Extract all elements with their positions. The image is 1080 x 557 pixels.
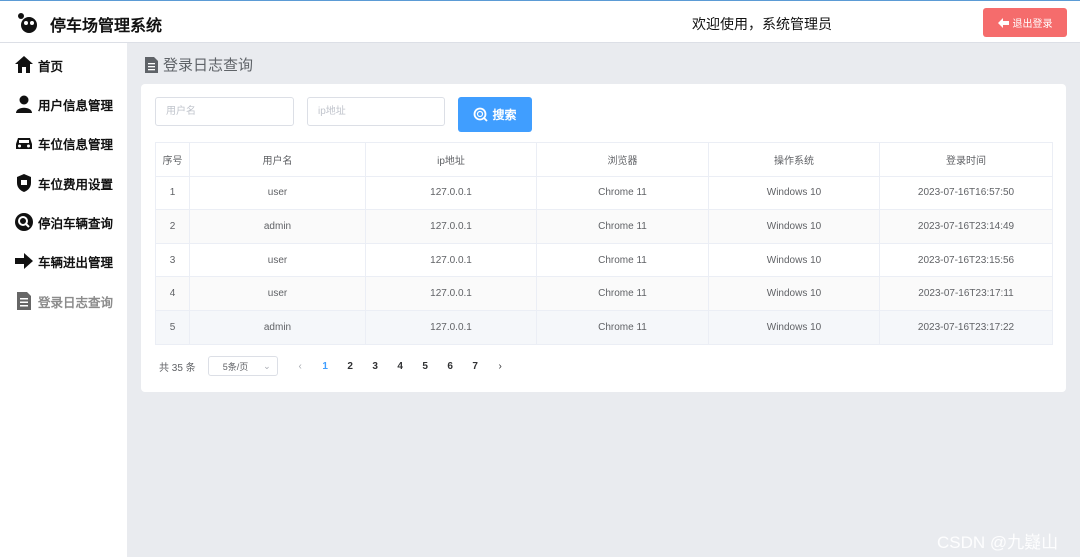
table-row[interactable]: 4 user 127.0.0.1 Chrome 11 Windows 10 20… <box>155 276 1053 311</box>
search-button[interactable]: 搜索 <box>458 97 532 132</box>
table-header-row: 序号 用户名 ip地址 浏览器 操作系统 登录时间 <box>155 142 1053 177</box>
column-header-index: 序号 <box>155 142 190 177</box>
sidebar: 首页 用户信息管理 车位信息管理 车位费用设置 停泊车辆查询 车辆进出管理 登录… <box>0 43 127 557</box>
welcome-text: 欢迎使用，系统管理员 <box>692 17 832 33</box>
ip-input[interactable] <box>307 97 445 126</box>
sidebar-item-parking-space-management[interactable]: 车位信息管理 <box>14 131 113 155</box>
cell-index: 3 <box>155 243 190 278</box>
cell-index: 5 <box>155 310 190 345</box>
table-row[interactable]: 1 user 127.0.0.1 Chrome 11 Windows 10 20… <box>155 176 1053 211</box>
sidebar-item-label: 停泊车辆查询 <box>38 215 114 231</box>
document-icon <box>145 56 158 73</box>
page-6[interactable]: 6 <box>438 361 463 372</box>
column-header-ip: ip地址 <box>365 142 537 177</box>
cell-os: Windows 10 <box>708 276 880 311</box>
prev-page-button[interactable]: ‹ <box>288 361 313 372</box>
cell-os: Windows 10 <box>708 176 880 211</box>
cell-index: 2 <box>155 209 190 244</box>
app-header: 停车场管理系统 欢迎使用，系统管理员 退出登录 <box>0 0 1080 43</box>
shield-icon <box>17 174 31 192</box>
cell-browser: Chrome 11 <box>536 176 709 211</box>
user-icon <box>16 95 32 113</box>
cell-login-time: 2023-07-16T23:17:22 <box>879 310 1053 345</box>
cell-username: user <box>189 243 366 278</box>
cell-ip: 127.0.0.1 <box>365 310 537 345</box>
sidebar-item-label: 登录日志查询 <box>38 294 114 310</box>
table-row[interactable]: 3 user 127.0.0.1 Chrome 11 Windows 10 20… <box>155 243 1053 278</box>
log-table: 序号 用户名 ip地址 浏览器 操作系统 登录时间 1 user 127.0.0… <box>155 142 1053 345</box>
cell-username: admin <box>189 209 366 244</box>
sidebar-item-parked-vehicle-query[interactable]: 停泊车辆查询 <box>14 210 113 234</box>
cell-os: Windows 10 <box>708 310 880 345</box>
search-icon <box>474 107 489 122</box>
sidebar-item-home[interactable]: 首页 <box>14 53 63 77</box>
next-page-button[interactable]: › <box>488 361 513 372</box>
log-card: 搜索 序号 用户名 ip地址 浏览器 操作系统 登录时间 1 <box>141 84 1066 392</box>
page-4[interactable]: 4 <box>388 361 413 372</box>
sidebar-item-label: 首页 <box>38 58 64 74</box>
sidebar-item-label: 车位信息管理 <box>38 136 114 152</box>
cell-login-time: 2023-07-16T23:17:11 <box>879 276 1053 311</box>
cell-browser: Chrome 11 <box>536 276 709 311</box>
page-2[interactable]: 2 <box>338 361 363 372</box>
sidebar-item-label: 车位费用设置 <box>38 176 114 192</box>
search-label: 搜索 <box>492 108 517 122</box>
watermark: CSDN @九嶷山 <box>937 533 1059 552</box>
page-5[interactable]: 5 <box>413 361 438 372</box>
home-icon <box>15 56 33 73</box>
page-7[interactable]: 7 <box>463 361 488 372</box>
arrow-right-icon <box>15 253 33 269</box>
column-header-login-time: 登录时间 <box>879 142 1053 177</box>
cell-index: 1 <box>155 176 190 211</box>
sidebar-item-user-management[interactable]: 用户信息管理 <box>14 92 113 116</box>
sidebar-item-label: 用户信息管理 <box>38 97 114 113</box>
cell-username: admin <box>189 310 366 345</box>
cell-browser: Chrome 11 <box>536 209 709 244</box>
cell-browser: Chrome 11 <box>536 243 709 278</box>
pagination-total: 共 35 条 <box>159 362 196 374</box>
logout-button[interactable]: 退出登录 <box>983 8 1067 37</box>
column-header-browser: 浏览器 <box>536 142 709 177</box>
main-content: 登录日志查询 搜索 序号 用户名 ip地址 浏览器 <box>127 43 1080 557</box>
cell-os: Windows 10 <box>708 243 880 278</box>
cell-browser: Chrome 11 <box>536 310 709 345</box>
cell-index: 4 <box>155 276 190 311</box>
car-icon <box>16 138 32 149</box>
cell-login-time: 2023-07-16T23:15:56 <box>879 243 1053 278</box>
page-title-text: 登录日志查询 <box>163 56 254 74</box>
cell-ip: 127.0.0.1 <box>365 243 537 278</box>
sidebar-item-label: 车辆进出管理 <box>38 254 114 270</box>
column-header-os: 操作系统 <box>708 142 880 177</box>
column-header-username: 用户名 <box>189 142 366 177</box>
cell-login-time: 2023-07-16T16:57:50 <box>879 176 1053 211</box>
search-circle-icon <box>15 213 33 231</box>
cell-username: user <box>189 176 366 211</box>
cell-os: Windows 10 <box>708 209 880 244</box>
pagination: 共 35 条 5条/页 ⌄ ‹ 1 2 3 4 5 6 7 › <box>159 356 513 376</box>
sidebar-item-parking-fee-settings[interactable]: 车位费用设置 <box>14 171 113 195</box>
page-title: 登录日志查询 <box>145 54 253 75</box>
chevron-down-icon: ⌄ <box>263 360 271 371</box>
page-size-value: 5条/页 <box>222 361 249 372</box>
logout-label: 退出登录 <box>1012 19 1053 30</box>
cell-ip: 127.0.0.1 <box>365 209 537 244</box>
logo-icon <box>18 13 37 33</box>
sidebar-item-vehicle-access-management[interactable]: 车辆进出管理 <box>14 249 113 273</box>
app-title: 停车场管理系统 <box>50 16 163 35</box>
username-input[interactable] <box>155 97 294 126</box>
sidebar-item-login-log-query[interactable]: 登录日志查询 <box>14 289 113 313</box>
cell-username: user <box>189 276 366 311</box>
table-row[interactable]: 5 admin 127.0.0.1 Chrome 11 Windows 10 2… <box>155 310 1053 345</box>
cell-ip: 127.0.0.1 <box>365 176 537 211</box>
page-3[interactable]: 3 <box>363 361 388 372</box>
logout-icon <box>997 17 1009 28</box>
page-size-select[interactable]: 5条/页 ⌄ <box>207 356 278 376</box>
table-row[interactable]: 2 admin 127.0.0.1 Chrome 11 Windows 10 2… <box>155 209 1053 244</box>
document-icon <box>17 292 31 310</box>
page-1[interactable]: 1 <box>313 361 338 372</box>
cell-login-time: 2023-07-16T23:14:49 <box>879 209 1053 244</box>
cell-ip: 127.0.0.1 <box>365 276 537 311</box>
